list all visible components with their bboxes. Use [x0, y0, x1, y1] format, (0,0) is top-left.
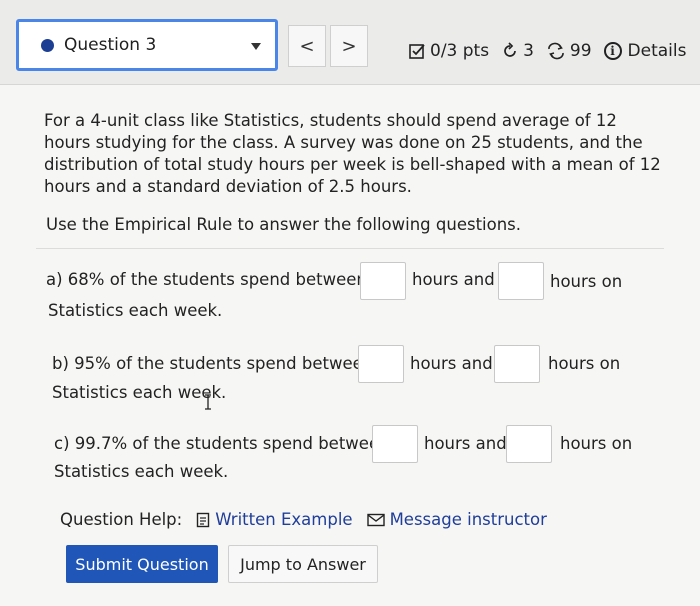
part-b-line2: Statistics each week. — [52, 383, 227, 402]
prev-label: < — [299, 35, 315, 57]
next-label: > — [341, 35, 357, 57]
question-prompt: For a 4-unit class like Statistics, stud… — [44, 111, 661, 196]
divider — [36, 248, 664, 249]
submit-question-button[interactable]: Submit Question — [66, 545, 218, 583]
question-instruction: Use the Empirical Rule to answer the fol… — [46, 215, 522, 234]
question-selector-dropdown[interactable]: Question 3 — [16, 19, 278, 71]
part-a-high-input[interactable] — [498, 262, 544, 300]
retries-count: 99 — [569, 41, 592, 61]
part-c-low-input[interactable] — [372, 425, 418, 463]
info-icon[interactable]: i — [603, 42, 622, 60]
question-body: For a 4-unit class like Statistics, stud… — [0, 85, 700, 606]
attempts-count: 3 — [523, 41, 534, 61]
next-question-button[interactable]: > — [330, 25, 368, 67]
part-a-mid: hours and — [412, 270, 495, 289]
part-b-tail: hours on — [548, 354, 621, 373]
points-text: 0/3 pts — [430, 41, 490, 61]
part-c-lead: c) 99.7% of the students spend between — [54, 434, 390, 453]
question-help-label: Question Help: — [60, 510, 183, 529]
document-icon — [197, 512, 210, 527]
part-b-mid: hours and — [410, 354, 493, 373]
part-c-mid: hours and — [424, 434, 507, 453]
part-a-lead: a) 68% of the students spend between — [46, 270, 367, 289]
part-b-high-input[interactable] — [494, 345, 540, 383]
dropdown-arrow-icon — [251, 43, 261, 50]
score-checkbox-icon — [408, 42, 426, 60]
written-example-link[interactable]: Written Example — [196, 510, 353, 529]
message-instructor-link[interactable]: Message instructor — [366, 510, 547, 529]
question-header: Question 3 < > 0/3 pts 3 99 i Details — [0, 0, 700, 85]
part-a-tail: hours on — [550, 272, 623, 291]
part-c-line2: Statistics each week. — [54, 462, 229, 481]
previous-question-button[interactable]: < — [288, 25, 326, 67]
envelope-icon — [366, 513, 385, 526]
question-selector-label: Question 3 — [64, 35, 157, 55]
attempts-icon — [501, 42, 519, 60]
written-example-label: Written Example — [215, 510, 353, 529]
question-status-dot-icon — [41, 38, 54, 52]
details-link[interactable]: Details — [628, 41, 687, 61]
question-status: 0/3 pts 3 99 i Details — [408, 38, 686, 64]
retries-icon — [546, 42, 566, 60]
part-b-low-input[interactable] — [358, 345, 404, 383]
part-c-high-input[interactable] — [506, 425, 552, 463]
part-b-lead: b) 95% of the students spend between — [52, 354, 374, 373]
jump-to-answer-button[interactable]: Jump to Answer — [228, 545, 378, 583]
part-a-low-input[interactable] — [360, 262, 406, 300]
text-cursor-icon — [205, 394, 211, 410]
part-c-tail: hours on — [560, 434, 633, 453]
part-a-line2: Statistics each week. — [48, 301, 223, 320]
message-instructor-label: Message instructor — [389, 510, 547, 529]
question-help: Question Help: Written Example Message i… — [60, 510, 547, 529]
